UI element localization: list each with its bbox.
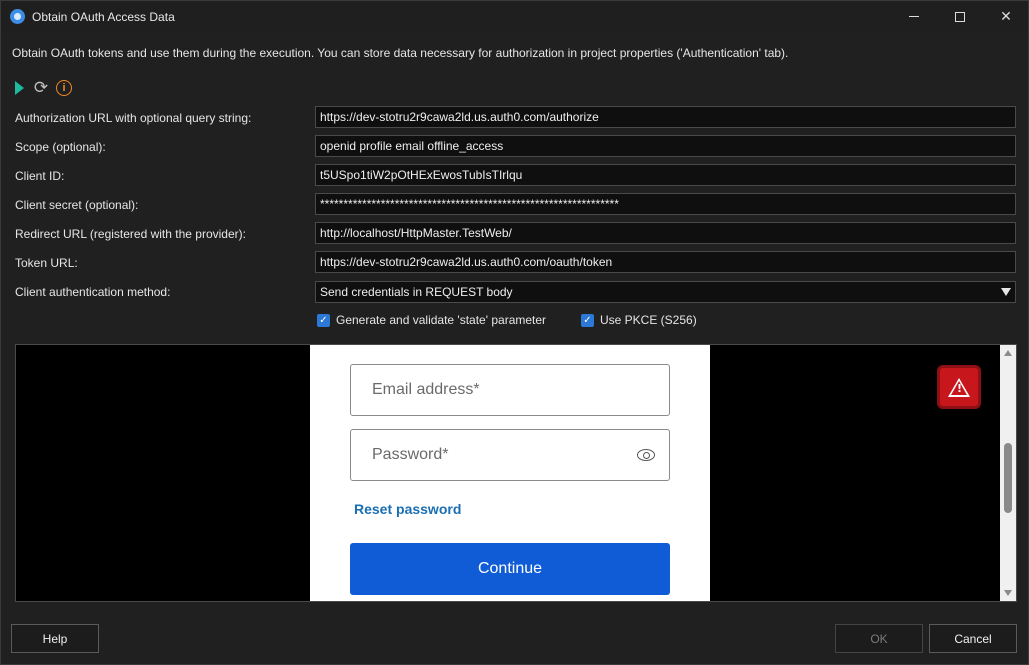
reset-password-link[interactable]: Reset password: [354, 501, 461, 517]
maximize-icon: [955, 11, 965, 22]
app-icon: [10, 9, 25, 24]
client-auth-method-label: Client authentication method:: [15, 285, 171, 299]
dropdown-arrow-icon: [1001, 288, 1011, 296]
auth-url-input[interactable]: https://dev-stotru2r9cawa2ld.us.auth0.co…: [315, 106, 1016, 128]
auth-url-label: Authorization URL with optional query st…: [15, 111, 252, 125]
pkce-checkbox[interactable]: ✓: [581, 313, 594, 327]
scroll-down-icon[interactable]: [1004, 590, 1012, 596]
scroll-up-icon[interactable]: [1004, 350, 1012, 356]
dialog-description: Obtain OAuth tokens and use them during …: [12, 46, 789, 60]
token-url-input[interactable]: https://dev-stotru2r9cawa2ld.us.auth0.co…: [315, 251, 1016, 273]
info-glyph: i: [56, 80, 72, 96]
help-button[interactable]: Help: [11, 624, 99, 653]
email-placeholder: Email address*: [372, 381, 480, 398]
embedded-browser[interactable]: Email address* Password* Reset password …: [15, 344, 1017, 602]
info-icon[interactable]: i: [55, 79, 73, 97]
scroll-thumb[interactable]: [1004, 443, 1012, 513]
close-button[interactable]: ✕: [983, 1, 1029, 32]
eye-icon[interactable]: [637, 449, 655, 461]
oauth-dialog: Obtain OAuth Access Data ✕ Obtain OAuth …: [0, 0, 1029, 665]
scope-input[interactable]: openid profile email offline_access: [315, 135, 1016, 157]
browser-scrollbar[interactable]: [1000, 345, 1016, 601]
client-secret-input[interactable]: ****************************************…: [315, 193, 1016, 215]
password-input[interactable]: Password*: [350, 429, 670, 481]
state-checkbox-label: Generate and validate 'state' parameter: [336, 313, 547, 327]
state-checkbox[interactable]: ✓: [317, 313, 330, 327]
client-auth-method-select[interactable]: Send credentials in REQUEST body: [315, 281, 1016, 303]
maximize-button[interactable]: [937, 1, 983, 32]
state-checkbox-row[interactable]: ✓ Generate and validate 'state' paramete…: [317, 313, 546, 327]
minimize-icon: [909, 16, 919, 17]
play-icon[interactable]: [10, 79, 28, 97]
email-input[interactable]: Email address*: [350, 364, 670, 416]
client-auth-method-value: Send credentials in REQUEST body: [320, 285, 513, 299]
warning-icon: [937, 365, 981, 409]
redirect-url-label: Redirect URL (registered with the provid…: [15, 227, 246, 241]
token-url-label: Token URL:: [15, 256, 78, 270]
redirect-url-input[interactable]: http://localhost/HttpMaster.TestWeb/: [315, 222, 1016, 244]
client-secret-label: Client secret (optional):: [15, 198, 139, 212]
refresh-icon[interactable]: ⟳: [32, 79, 50, 97]
continue-button[interactable]: Continue: [350, 543, 670, 595]
scope-label: Scope (optional):: [15, 140, 106, 154]
window-title: Obtain OAuth Access Data: [32, 10, 175, 24]
pkce-checkbox-label: Use PKCE (S256): [600, 313, 697, 327]
client-id-input[interactable]: t5USpo1tiW2pOtHExEwosTubIsTIrlqu: [315, 164, 1016, 186]
pkce-checkbox-row[interactable]: ✓ Use PKCE (S256): [581, 313, 697, 327]
login-card: Email address* Password* Reset password …: [310, 345, 710, 601]
ok-button[interactable]: OK: [835, 624, 923, 653]
close-icon: ✕: [1000, 8, 1012, 24]
title-bar: Obtain OAuth Access Data ✕: [1, 1, 1028, 32]
cancel-button[interactable]: Cancel: [929, 624, 1017, 653]
minimize-button[interactable]: [891, 1, 937, 32]
client-id-label: Client ID:: [15, 169, 65, 183]
password-placeholder: Password*: [372, 446, 449, 463]
